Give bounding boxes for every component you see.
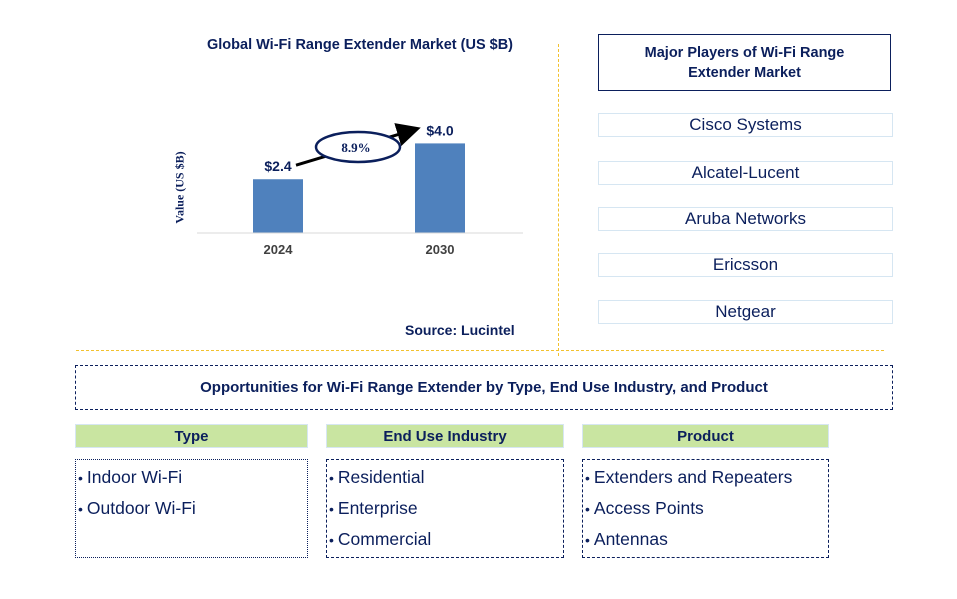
list-item: • Enterprise bbox=[329, 498, 418, 518]
player-item: Aruba Networks bbox=[598, 207, 893, 231]
category-header-type: Type bbox=[75, 424, 308, 448]
cagr-label: 8.9% bbox=[341, 140, 370, 155]
list-item: • Commercial bbox=[329, 529, 432, 549]
source-note: Source: Lucintel bbox=[405, 322, 515, 338]
vertical-divider bbox=[558, 44, 559, 356]
player-item: Ericsson bbox=[598, 253, 893, 277]
list-item: • Access Points bbox=[585, 498, 704, 518]
player-item: Cisco Systems bbox=[598, 113, 893, 137]
chart-title: Global Wi-Fi Range Extender Market (US $… bbox=[206, 37, 514, 53]
x-tick-label: 2030 bbox=[426, 242, 455, 257]
bar-2024 bbox=[253, 179, 303, 233]
opportunities-title: Opportunities for Wi-Fi Range Extender b… bbox=[75, 365, 893, 410]
player-item: Alcatel-Lucent bbox=[598, 161, 893, 185]
players-title: Major Players of Wi-Fi Range Extender Ma… bbox=[598, 34, 891, 91]
horizontal-divider bbox=[76, 350, 884, 351]
list-item: • Antennas bbox=[585, 529, 668, 549]
list-item: • Indoor Wi-Fi bbox=[78, 467, 183, 487]
category-header-product: Product bbox=[582, 424, 829, 448]
data-label: $4.0 bbox=[426, 122, 453, 138]
data-label: $2.4 bbox=[264, 158, 291, 174]
bar-2030 bbox=[415, 143, 465, 233]
category-list-end-use: • Residential • Enterprise • Commercial bbox=[326, 459, 564, 558]
category-list-type: • Indoor Wi-Fi • Outdoor Wi-Fi bbox=[75, 459, 308, 558]
bar-chart: 2024 2030 $2.4 $4.0 8.9% bbox=[197, 122, 523, 257]
category-list-product: • Extenders and Repeaters • Access Points … bbox=[582, 459, 829, 558]
list-item: • Residential bbox=[329, 467, 425, 487]
list-item: • Extenders and Repeaters bbox=[585, 467, 793, 487]
x-tick-label: 2024 bbox=[264, 242, 294, 257]
player-item: Netgear bbox=[598, 300, 893, 324]
list-item: • Outdoor Wi-Fi bbox=[78, 498, 196, 518]
category-header-end-use: End Use Industry bbox=[326, 424, 564, 448]
